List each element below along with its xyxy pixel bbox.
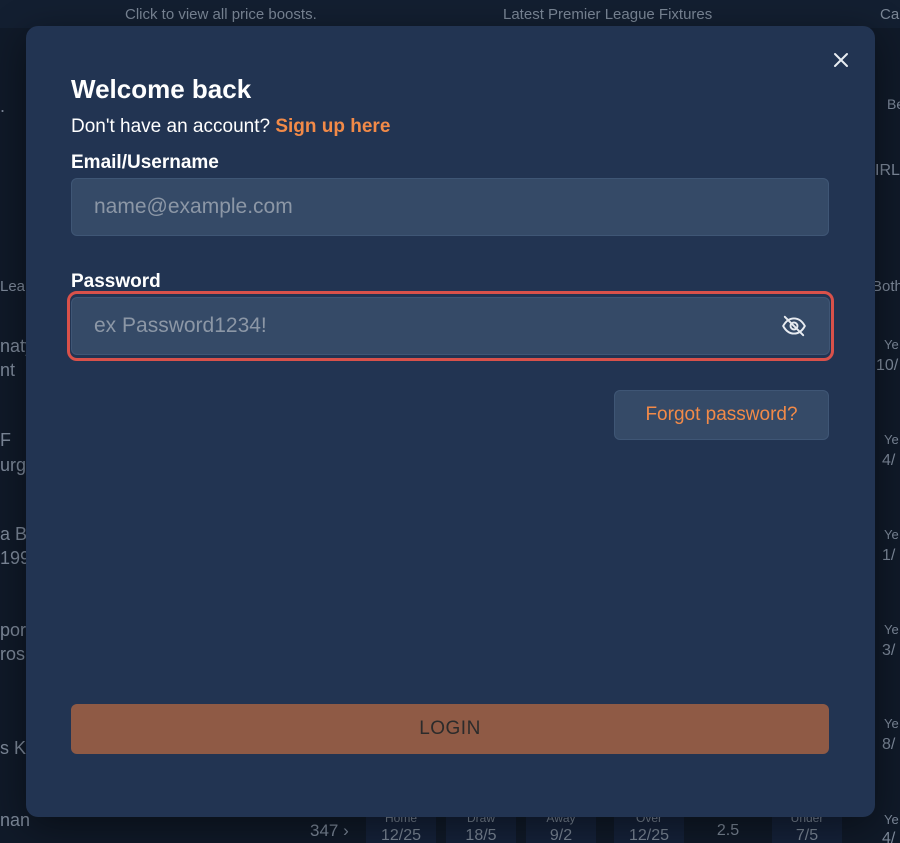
email-field[interactable]: [71, 178, 829, 236]
odds-value: 12/25: [628, 827, 670, 843]
password-field[interactable]: [71, 297, 830, 355]
right-fragment: Be: [887, 96, 900, 112]
right-fragment: 1/: [882, 547, 896, 564]
top-bar-fragment: Ca: [880, 6, 900, 23]
right-fragment: Both: [872, 278, 900, 295]
right-fragment: 3/: [882, 642, 896, 659]
right-fragment: 4/: [882, 830, 896, 843]
odds-value: 9/2: [549, 827, 573, 843]
right-fragment: 8/: [882, 736, 896, 753]
signup-prompt-line: Don't have an account? Sign up here: [71, 116, 390, 138]
eye-off-icon: [782, 315, 806, 337]
odds-value: 7/5: [795, 827, 819, 843]
left-fragment: ros: [0, 644, 26, 664]
toggle-password-visibility-button[interactable]: [781, 313, 807, 339]
modal-title: Welcome back: [71, 74, 252, 104]
left-fragment: por: [0, 620, 27, 640]
left-fragment: nan: [0, 810, 31, 830]
fixtures-link[interactable]: Latest Premier League Fixtures: [503, 6, 712, 23]
left-fragment: urg: [0, 455, 27, 475]
password-field-wrapper: [67, 291, 834, 361]
left-fragment: a B: [0, 524, 28, 544]
market-count[interactable]: 347 ›: [310, 821, 349, 841]
signup-link[interactable]: Sign up here: [275, 116, 390, 137]
odds-value: 12/25: [380, 827, 422, 843]
login-button[interactable]: LOGIN: [71, 704, 829, 754]
price-boosts-link[interactable]: Click to view all price boosts.: [125, 6, 317, 23]
background-top-bar: Click to view all price boosts. Latest P…: [0, 0, 900, 28]
right-fragment: 4/: [882, 452, 896, 469]
email-label: Email/Username: [71, 152, 219, 173]
right-fragment: Ye: [884, 716, 899, 731]
left-fragment: s K: [0, 738, 27, 758]
right-fragment: Ye: [884, 337, 899, 352]
page: Click to view all price boosts. Latest P…: [0, 0, 900, 843]
left-fragment: nt: [0, 360, 16, 380]
forgot-password-button[interactable]: Forgot password?: [614, 390, 829, 440]
close-icon: [834, 53, 848, 67]
odds-value: 18/5: [465, 827, 497, 843]
left-fragment: F: [0, 430, 11, 450]
odds-line: 2.5: [716, 822, 740, 839]
right-fragment: 10/: [876, 357, 899, 374]
right-fragment: IRL: [875, 162, 900, 179]
right-fragment: Ye: [884, 622, 899, 637]
market-count-value: 347: [310, 821, 339, 840]
right-fragment: Ye: [884, 527, 899, 542]
signup-prompt: Don't have an account?: [71, 116, 271, 137]
right-fragment: Ye: [884, 432, 899, 447]
close-button[interactable]: [829, 48, 853, 72]
left-fragment: .: [0, 96, 6, 116]
left-fragment: Lea: [0, 278, 26, 295]
login-modal: Welcome back Don't have an account? Sign…: [26, 26, 875, 817]
right-fragment: Ye: [884, 812, 899, 827]
password-label: Password: [71, 271, 161, 292]
